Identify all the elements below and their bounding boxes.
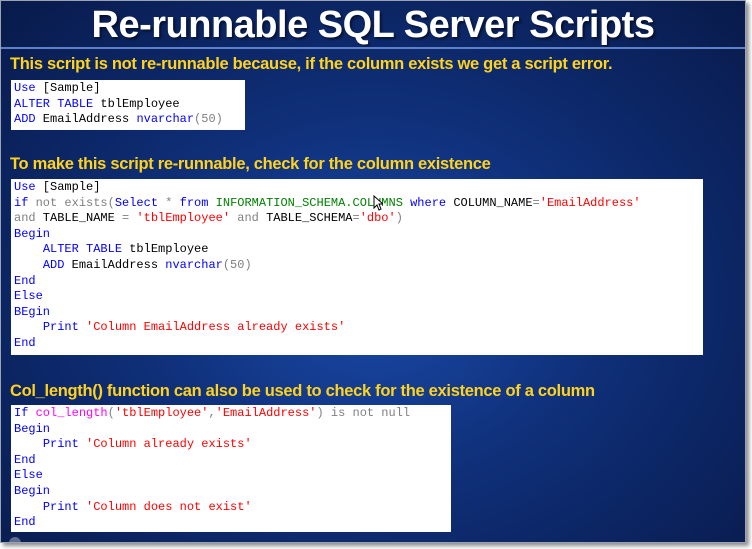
code-line: ADD EmailAddress nvarchar(50) [14, 112, 242, 128]
code-token: Print [42, 437, 79, 452]
code-token: 'Column does not exist' [86, 499, 252, 514]
code-line: End [14, 453, 448, 469]
code-token: 'tblEmployee' [114, 406, 209, 420]
section-2-heading: To make this script re-runnable, check f… [10, 155, 491, 173]
code-line: BEgin [14, 305, 700, 321]
code-token: EmailAddress [64, 257, 166, 272]
code-token: and [14, 211, 36, 226]
code-token: Else [14, 289, 43, 304]
code-token: ) is not null [316, 406, 411, 420]
slide: Re-runnable SQL Server Scripts This scri… [0, 0, 746, 543]
code-line: Begin [14, 227, 700, 243]
code-token: nvarchar [165, 257, 223, 272]
code-token: EmailAddress [35, 112, 137, 127]
section-3-heading: Col_length() function can also be used t… [10, 382, 595, 400]
code-token: tblEmployee [93, 96, 180, 111]
code-line: Use [Sample] [14, 81, 242, 97]
code-token: 'EmailAddress' [215, 406, 317, 420]
code-token: ADD [42, 257, 65, 272]
code-token: Use [14, 81, 36, 95]
code-line: if not exists(Select * from INFORMATION_… [14, 196, 700, 212]
code-token: from [179, 195, 209, 210]
code-token: ) [395, 211, 403, 226]
code-line: ALTER TABLE tblEmployee [14, 242, 700, 258]
code-token: (50) [222, 257, 252, 272]
code-token: ALTER TABLE [14, 96, 94, 111]
code-token: Print [42, 320, 79, 335]
code-line: Print 'Column does not exist' [14, 500, 448, 516]
code-line: End [14, 515, 448, 531]
title-divider [1, 47, 745, 49]
mouse-pointer-icon [373, 195, 383, 211]
code-line: Else [14, 289, 700, 305]
code-token: ( [107, 406, 115, 420]
code-token: Else [14, 468, 43, 483]
code-token: 'Column EmailAddress already exists' [86, 320, 346, 335]
code-token: End [14, 273, 36, 288]
code-line: Print 'Column EmailAddress already exist… [14, 320, 700, 336]
code-token: BEgin [14, 304, 51, 319]
slide-corner-indicator [9, 537, 21, 542]
code-token: If [14, 406, 29, 420]
code-token: and [237, 211, 259, 226]
code-token: * [158, 195, 180, 210]
code-line: End [14, 336, 700, 352]
code-line: and TABLE_NAME = 'tblEmployee' and TABLE… [14, 211, 700, 227]
code-token: Select [114, 195, 159, 210]
code-line: Else [14, 468, 448, 484]
code-line: End [14, 274, 700, 290]
code-token: TABLE_SCHEMA [258, 211, 353, 226]
code-token: Begin [14, 483, 51, 498]
slide-title: Re-runnable SQL Server Scripts [91, 4, 655, 46]
code-line: Use [Sample] [14, 180, 700, 196]
code-token: Begin [14, 226, 51, 241]
code-token: End [14, 515, 36, 530]
code-token: End [14, 452, 36, 467]
code-token: [Sample] [35, 180, 101, 194]
code-token: 'dbo' [359, 211, 396, 226]
code-token: = [532, 195, 540, 210]
code-line: Begin [14, 422, 448, 438]
code-token: [Sample] [35, 81, 101, 95]
code-token: End [14, 335, 36, 350]
code-line: ALTER TABLE tblEmployee [14, 97, 242, 113]
section-1-heading: This script is not re-runnable because, … [10, 55, 613, 73]
code-token: ALTER TABLE [42, 242, 123, 257]
code-token: where [410, 195, 447, 210]
code-token: Begin [14, 421, 51, 436]
code-line: Begin [14, 484, 448, 500]
code-line: If col_length('tblEmployee','EmailAddres… [14, 406, 448, 422]
code-token: 'tblEmployee' [136, 211, 231, 226]
code-token: if [14, 195, 29, 210]
code-line: Print 'Column already exists' [14, 437, 448, 453]
code-token: 'Column already exists' [86, 437, 252, 452]
code-line: ADD EmailAddress nvarchar(50) [14, 258, 700, 274]
section-1-code-block[interactable]: Use [Sample] ALTER TABLE tblEmployee ADD E… [11, 80, 245, 130]
code-token: nvarchar [136, 112, 195, 127]
code-token: not exists( [28, 195, 115, 210]
code-token: TABLE_NAME [35, 211, 123, 226]
code-token: , [208, 406, 216, 420]
code-token: tblEmployee [122, 242, 209, 257]
code-token: Use [14, 180, 36, 194]
section-3-code-block[interactable]: If col_length('tblEmployee','EmailAddres… [11, 405, 451, 532]
section-2-code-block[interactable]: Use [Sample] if not exists(Select * from … [11, 179, 703, 355]
code-token: 'EmailAddress' [539, 195, 641, 210]
code-token: col_length [35, 406, 108, 420]
code-token: = [352, 211, 360, 226]
code-token: ADD [14, 112, 36, 127]
code-token: COLUMN_NAME [446, 195, 533, 210]
code-token: (50) [194, 112, 223, 127]
code-token: Print [42, 499, 79, 514]
